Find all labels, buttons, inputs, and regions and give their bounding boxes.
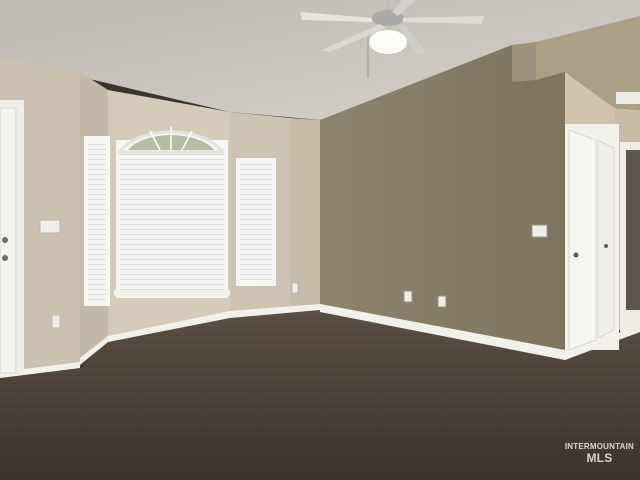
room-illustration	[0, 0, 640, 480]
outlet-accent-1	[403, 290, 413, 303]
left-door-lock	[2, 255, 8, 261]
outlet-accent-2	[437, 295, 447, 308]
room-photo: INTERMOUNTAIN MLS	[0, 0, 640, 480]
soffit	[512, 42, 536, 82]
watermark-line2: MLS	[586, 451, 613, 465]
closet-door-knob[interactable]	[573, 252, 579, 258]
left-door-knob[interactable]	[2, 237, 8, 243]
window-sill	[114, 290, 230, 296]
closet-door-right[interactable]	[597, 139, 615, 339]
hallway-shadow	[626, 150, 640, 310]
closet-door-knob-2[interactable]	[604, 244, 608, 248]
outlet-left	[51, 314, 61, 329]
watermark-line1: INTERMOUNTAIN	[564, 442, 634, 451]
thermostat-plate[interactable]	[531, 224, 548, 238]
closet-door-left[interactable]	[568, 129, 597, 351]
center-window-blinds[interactable]	[120, 148, 224, 290]
side-window-right-blinds[interactable]	[240, 162, 272, 280]
attic-vent	[616, 92, 640, 104]
mls-watermark: INTERMOUNTAIN MLS	[564, 442, 634, 465]
light-switch-plate[interactable]	[39, 219, 61, 234]
outlet-bay	[291, 282, 299, 294]
side-window-left-blinds[interactable]	[88, 142, 106, 300]
fan-light[interactable]	[369, 30, 407, 54]
